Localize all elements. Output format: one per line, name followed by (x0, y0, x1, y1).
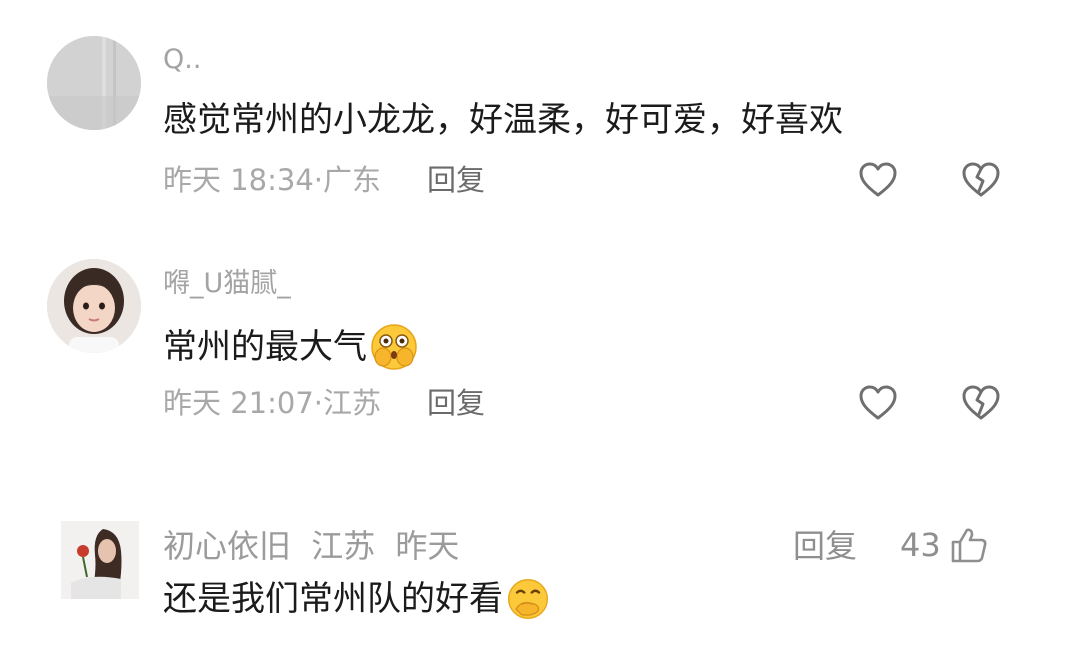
comment-header: 初心依旧 江苏 昨天 (163, 530, 469, 562)
comment-text-content: 感觉常州的小龙龙，好温柔，好可爱，好喜欢 (163, 100, 843, 140)
like-button[interactable]: 43 (900, 526, 989, 564)
heart-outline-icon (859, 162, 897, 197)
comment-username[interactable]: 初心依旧 (163, 527, 291, 565)
like-count: 43 (900, 526, 941, 564)
avatar[interactable] (61, 521, 139, 599)
avatar-image (47, 36, 141, 130)
like-button[interactable] (856, 381, 900, 425)
comment-text-content: 常州的最大气 (163, 327, 367, 367)
comment-meta: 昨天 21:07·江苏 回复 (163, 389, 485, 418)
comment-username[interactable]: 嘚_U猫腻_ (163, 270, 291, 297)
broken-heart-icon (962, 385, 1000, 420)
dislike-button[interactable] (959, 158, 1003, 202)
like-button[interactable] (856, 158, 900, 202)
avatar[interactable] (47, 259, 141, 353)
reply-button[interactable]: 回复 (427, 389, 485, 418)
avatar[interactable] (47, 36, 141, 130)
comment-item: 嘚_U猫腻_ 常州的最大气 昨天 21:07·江苏 回复 (0, 230, 1080, 460)
comment-username[interactable]: Q.. (163, 46, 201, 73)
reply-button[interactable]: 回复 (793, 530, 857, 562)
thumbs-up-icon (951, 528, 987, 563)
comment-item: 初心依旧 江苏 昨天 回复 43 还是我们常州队的好看 (0, 500, 1080, 661)
comment-date: 昨天 (395, 527, 460, 565)
avatar-image (47, 259, 141, 353)
comment-time-location: 昨天 21:07·江苏 (163, 386, 382, 420)
comment-location: 江苏 (311, 527, 376, 565)
heart-outline-icon (859, 385, 897, 420)
comment-text: 还是我们常州队的好看 (163, 576, 551, 622)
comment-text: 感觉常州的小龙龙，好温柔，好可爱，好喜欢 (163, 103, 843, 137)
shocked-face-emoji (371, 324, 417, 370)
dislike-button[interactable] (959, 381, 1003, 425)
reply-button[interactable]: 回复 (427, 166, 485, 195)
comment-list: Q.. 感觉常州的小龙龙，好温柔，好可爱，好喜欢 昨天 18:34·广东 回复 (0, 0, 1080, 661)
comment-time-location: 昨天 18:34·广东 (163, 163, 382, 197)
comment-text: 常州的最大气 (163, 322, 419, 372)
comment-item: Q.. 感觉常州的小龙龙，好温柔，好可爱，好喜欢 昨天 18:34·广东 回复 (0, 0, 1080, 230)
avatar-image (61, 521, 139, 599)
comment-meta: 昨天 18:34·广东 回复 (163, 166, 485, 195)
comment-text-content: 还是我们常州队的好看 (163, 579, 503, 619)
broken-heart-icon (962, 162, 1000, 197)
hand-over-mouth-emoji (507, 578, 549, 620)
